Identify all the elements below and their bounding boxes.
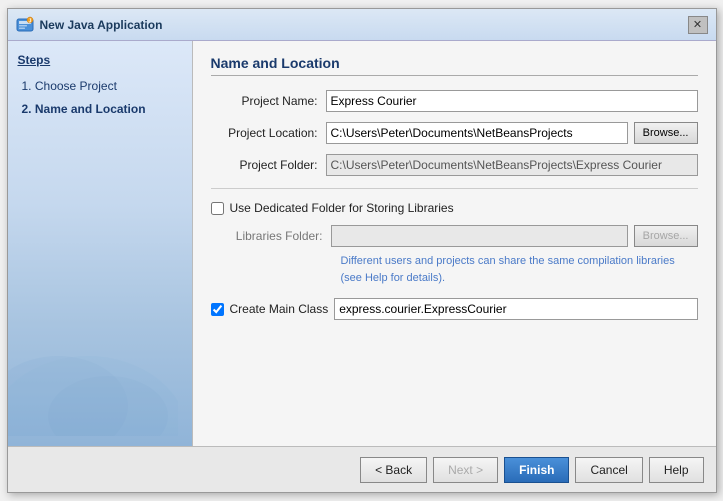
libraries-help-text: Different users and projects can share t… [211,253,698,286]
finish-button[interactable]: Finish [504,457,569,483]
step-1: 1. Choose Project [18,75,182,98]
step-2: 2. Name and Location [18,98,182,121]
libraries-folder-browse-button[interactable]: Browse... [634,225,698,247]
help-button[interactable]: Help [649,457,704,483]
project-name-input[interactable] [326,90,698,112]
next-button[interactable]: Next > [433,457,498,483]
create-main-class-input[interactable] [334,298,697,320]
step-1-label: Choose Project [35,79,117,93]
step-2-number: 2. [22,102,32,116]
project-name-label: Project Name: [211,94,326,108]
libraries-folder-row: Libraries Folder: Browse... [211,225,698,247]
step-1-number: 1. [22,79,32,93]
create-main-class-label[interactable]: Create Main Class [230,302,329,316]
libraries-folder-label: Libraries Folder: [231,229,331,243]
app-icon: J [16,16,34,34]
steps-heading: Steps [18,53,182,67]
title-bar: J New Java Application ✕ [8,9,716,41]
watermark-graphic [8,306,178,436]
project-folder-input [326,154,698,176]
dedicated-folder-checkbox[interactable] [211,202,224,215]
project-folder-row: Project Folder: [211,154,698,176]
create-main-class-row: Create Main Class [211,298,698,320]
dialog-title: New Java Application [40,18,688,32]
create-main-class-checkbox[interactable] [211,303,224,316]
svg-text:J: J [28,18,31,24]
sidebar: Steps 1. Choose Project 2. Name and Loca… [8,41,193,446]
steps-list: 1. Choose Project 2. Name and Location [18,75,182,121]
close-button[interactable]: ✕ [688,16,708,34]
libraries-folder-input[interactable] [331,225,628,247]
project-name-row: Project Name: [211,90,698,112]
main-content: Name and Location Project Name: Project … [193,41,716,446]
project-folder-label: Project Folder: [211,158,326,172]
project-location-row: Project Location: Browse... [211,122,698,144]
dedicated-folder-row: Use Dedicated Folder for Storing Librari… [211,201,698,215]
project-location-label: Project Location: [211,126,326,140]
divider-1 [211,188,698,189]
cancel-button[interactable]: Cancel [575,457,642,483]
dedicated-folder-label[interactable]: Use Dedicated Folder for Storing Librari… [230,201,454,215]
project-location-browse-button[interactable]: Browse... [634,122,698,144]
dialog: J New Java Application ✕ Steps 1. Choose… [7,8,717,493]
section-title: Name and Location [211,55,698,76]
project-location-input[interactable] [326,122,628,144]
step-2-label: Name and Location [35,102,146,116]
back-button[interactable]: < Back [360,457,427,483]
dialog-body: Steps 1. Choose Project 2. Name and Loca… [8,41,716,446]
footer: < Back Next > Finish Cancel Help [8,446,716,492]
